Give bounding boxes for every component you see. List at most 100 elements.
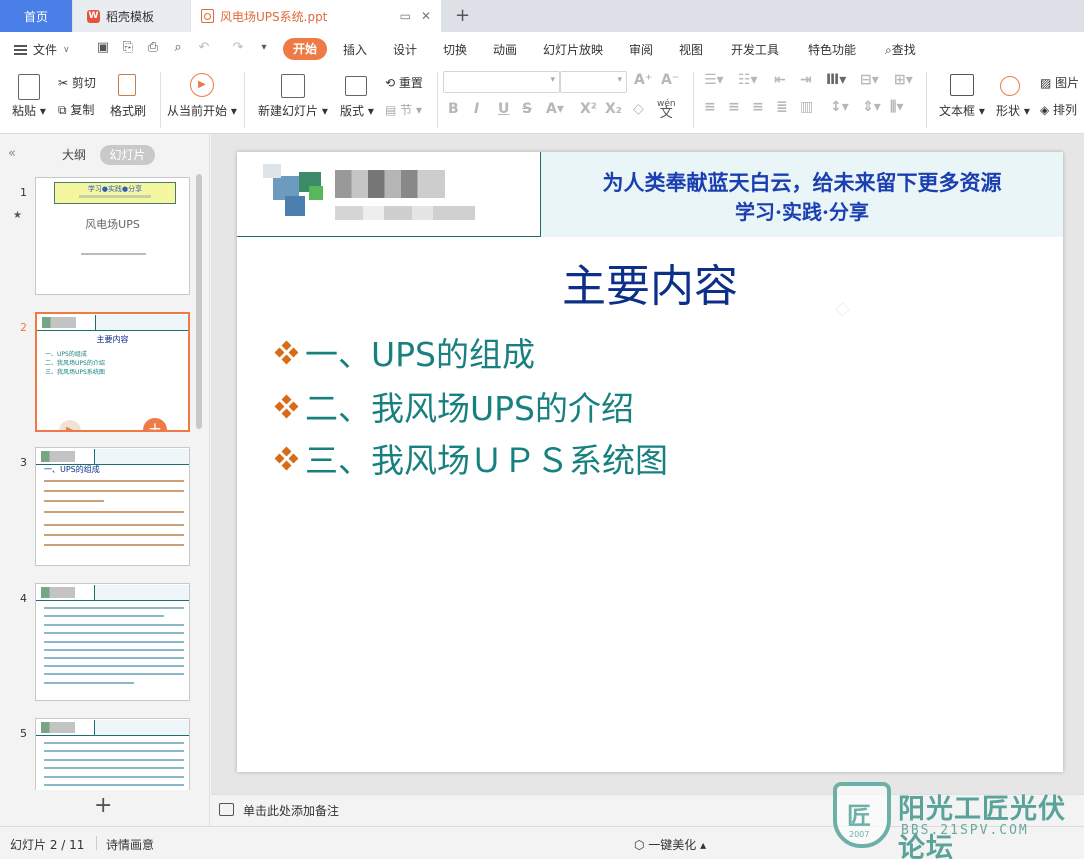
tab-view[interactable]: 视图 — [679, 41, 703, 58]
clear-format-icon[interactable]: ◇ — [633, 101, 644, 117]
tab-home[interactable]: 首页 — [0, 0, 72, 32]
slide-header: 为人类奉献蓝天白云，给未来留下更多资源 学习·实践·分享 — [237, 152, 1063, 237]
shape-button[interactable]: 形状 ▾ — [996, 102, 1030, 119]
cut-button[interactable]: ✂ 剪切 — [58, 74, 96, 91]
tab-design[interactable]: 设计 — [393, 41, 417, 58]
shape-icon[interactable] — [1000, 76, 1020, 96]
tab-bar: 首页 W 稻壳模板 风电场UPS系统.ppt ▭ ✕ + — [0, 0, 1084, 32]
print-preview-icon[interactable]: ⌕ — [170, 41, 186, 55]
new-slide-button[interactable]: 新建幻灯片 ▾ — [258, 102, 328, 119]
search-button[interactable]: ⌕查找 — [885, 41, 916, 58]
line-spacing-icon[interactable]: ↕▾ — [830, 99, 849, 115]
slide-thumbnail-4[interactable] — [35, 583, 190, 701]
text-box-icon[interactable] — [950, 74, 974, 96]
bold-icon[interactable]: B — [448, 101, 459, 117]
layout-button[interactable]: 版式 ▾ — [340, 102, 374, 119]
file-menu-button[interactable]: 文件 ∨ — [14, 41, 70, 58]
reset-button[interactable]: ⟲ 重置 — [385, 74, 423, 91]
align-right-icon[interactable]: ≡ — [752, 99, 764, 115]
smart-art-icon[interactable]: ⊞▾ — [894, 72, 913, 88]
decrease-font-icon[interactable]: A⁻ — [661, 72, 679, 88]
collapse-panel-icon[interactable]: « — [8, 146, 16, 161]
paragraph-spacing-icon[interactable]: ⇕▾ — [862, 99, 881, 115]
layout-icon[interactable] — [345, 76, 367, 96]
phonetic-guide-icon[interactable]: wén 文 — [657, 99, 676, 120]
text-direction-icon[interactable]: Ⅲ▾ — [826, 72, 846, 88]
window-mode-icon[interactable]: ▭ — [400, 9, 411, 23]
tab-developer[interactable]: 开发工具 — [731, 41, 779, 58]
undo-icon[interactable]: ↶ — [196, 41, 212, 55]
add-slide-button[interactable]: + — [94, 793, 112, 818]
increase-indent-icon[interactable]: ⇥ — [800, 72, 812, 88]
align-left-icon[interactable]: ≡ — [704, 99, 716, 115]
redo-icon[interactable]: ↷ — [230, 41, 246, 55]
play-from-current-button[interactable]: 从当前开始 ▾ — [167, 102, 237, 119]
close-tab-icon[interactable]: ✕ — [421, 9, 431, 23]
tab-animation[interactable]: 动画 — [493, 41, 517, 58]
paste-button[interactable]: 粘贴 ▾ — [12, 102, 46, 119]
numbered-list-icon[interactable]: ☷▾ — [738, 72, 758, 88]
align-center-icon[interactable]: ≡ — [728, 99, 740, 115]
bullet-marker-icon — [274, 340, 299, 365]
forum-logo-icon: 匠 2007 — [833, 782, 891, 848]
bullet-item[interactable]: 二、我风场UPS的介绍 — [274, 382, 634, 430]
bullet-item[interactable]: 三、我风场ＵＰＳ系统图 — [274, 434, 668, 482]
tab-slides[interactable]: 幻灯片 — [100, 145, 155, 165]
slide-thumbnail-5[interactable] — [35, 718, 190, 790]
format-painter-button[interactable]: 格式刷 — [110, 102, 146, 119]
align-text-icon[interactable]: ⊟▾ — [860, 72, 879, 88]
current-slide[interactable]: 为人类奉献蓝天白云，给未来留下更多资源 学习·实践·分享 ☐ 主要内容 一、UP… — [237, 152, 1063, 772]
panel-scrollbar[interactable] — [196, 174, 202, 429]
save-icon[interactable]: ▣ — [95, 41, 111, 55]
tab-review[interactable]: 审阅 — [629, 41, 653, 58]
paste-icon[interactable] — [18, 74, 40, 100]
theme-name[interactable]: 诗情画意 — [106, 836, 154, 853]
add-slide-after-icon[interactable]: + — [143, 418, 167, 430]
export-pdf-icon[interactable]: ⎘ — [120, 41, 136, 55]
tab-template[interactable]: W 稻壳模板 — [73, 0, 190, 32]
new-slide-icon[interactable] — [281, 74, 305, 98]
copy-button[interactable]: ⧉ 复制 — [58, 101, 94, 118]
arrange-button[interactable]: ◈ 排列 — [1040, 101, 1077, 118]
increase-font-icon[interactable]: A⁺ — [634, 72, 652, 88]
file-menu-label: 文件 — [33, 43, 58, 57]
bullet-list-icon[interactable]: ☰▾ — [704, 72, 724, 88]
notes-placeholder[interactable]: 单击此处添加备注 — [243, 802, 339, 819]
quick-access-dropdown-icon[interactable]: ▾ — [256, 41, 272, 55]
decrease-indent-icon[interactable]: ⇤ — [774, 72, 786, 88]
tab-transition[interactable]: 切换 — [443, 41, 467, 58]
text-box-button[interactable]: 文本框 ▾ — [939, 102, 985, 119]
tab-slideshow[interactable]: 幻灯片放映 — [543, 41, 603, 58]
font-family-select[interactable]: ▾ — [443, 71, 560, 93]
strikethrough-icon[interactable]: S — [522, 101, 532, 117]
play-slide-icon[interactable]: ▶ — [59, 420, 81, 430]
beautify-button[interactable]: ⬡ 一键美化 ▴ — [634, 836, 706, 853]
bullet-item[interactable]: 一、UPS的组成 — [274, 328, 535, 376]
slide-thumbnail-3[interactable]: 一、UPS的组成 — [35, 447, 190, 566]
tab-special[interactable]: 特色功能 — [808, 41, 856, 58]
italic-icon[interactable]: I — [474, 101, 479, 117]
slide-thumbnail-1[interactable]: 学习●实践●分享 风电场UPS — [35, 177, 190, 295]
new-tab-button[interactable]: + — [455, 5, 470, 26]
section-button[interactable]: ▤ 节 ▾ — [385, 101, 422, 118]
font-size-select[interactable]: ▾ — [560, 71, 627, 93]
font-color-icon[interactable]: A▾ — [546, 101, 564, 117]
tab-insert[interactable]: 插入 — [343, 41, 367, 58]
slide-thumbnail-2[interactable]: 主要内容 一、UPS的组成 二、我风场UPS的介绍 三、我风场UPS系统图 ▶ … — [35, 312, 190, 432]
company-logo — [263, 156, 475, 232]
format-painter-icon[interactable] — [118, 74, 136, 96]
justify-icon[interactable]: ≣ — [776, 99, 788, 115]
tab-document[interactable]: 风电场UPS系统.ppt ▭ ✕ — [191, 0, 441, 32]
star-icon: ★ — [13, 210, 22, 221]
tab-start[interactable]: 开始 — [283, 38, 328, 60]
print-icon[interactable]: ⎙ — [145, 41, 161, 55]
slide-title[interactable]: 主要内容 — [237, 250, 1063, 314]
columns-icon[interactable]: ⫼▾ — [890, 99, 903, 115]
play-icon[interactable]: ▶ — [190, 73, 214, 97]
underline-icon[interactable]: U — [498, 101, 509, 117]
subscript-icon[interactable]: X₂ — [605, 101, 622, 117]
distribute-icon[interactable]: ▥ — [800, 99, 813, 115]
picture-button[interactable]: ▨ 图片 — [1040, 74, 1079, 91]
superscript-icon[interactable]: X² — [580, 101, 597, 117]
tab-outline[interactable]: 大纲 — [62, 146, 86, 163]
